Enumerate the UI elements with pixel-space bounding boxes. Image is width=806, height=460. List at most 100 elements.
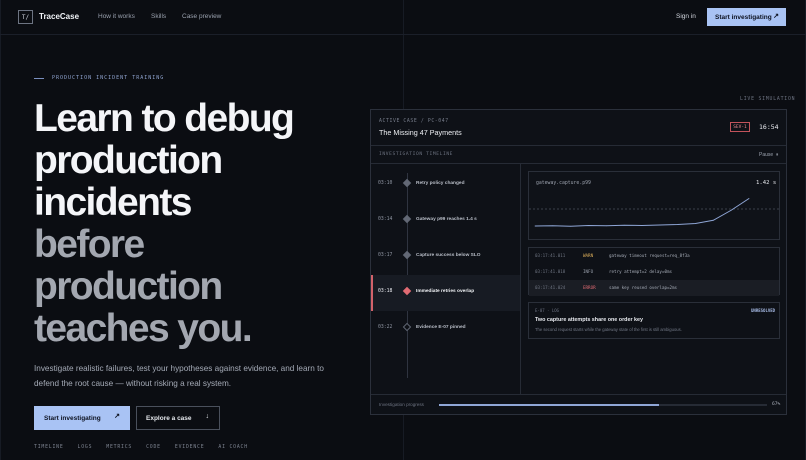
data-point — [695, 223, 696, 224]
log-row[interactable]: 03:17:41.018 INFO retry attempt=2 delay=… — [529, 264, 779, 280]
panel-divider — [371, 394, 786, 395]
nav-start-investigating-button[interactable]: Start investigating ↗ — [707, 8, 786, 26]
simulation-panel: ACTIVE CASE / PC-047 The Missing 47 Paym… — [370, 109, 787, 415]
headline-line: incidents — [34, 181, 192, 224]
tag-metrics: METRICS — [106, 445, 133, 450]
data-point — [641, 225, 643, 226]
log-message: gateway timeout request=req_8f3a — [609, 253, 690, 258]
pause-icon[interactable]: ⏸ — [776, 152, 779, 158]
headline-line: production — [34, 139, 223, 182]
event-marker-icon — [402, 178, 412, 188]
data-point — [534, 225, 536, 227]
case-clock: 16:54 — [759, 123, 779, 131]
progress-label: Investigation progress — [379, 402, 424, 407]
metric-name: gateway.capture.p99 — [536, 181, 591, 186]
tag-timeline: TIMELINE — [34, 445, 64, 450]
sign-in-link[interactable]: Sign in — [676, 13, 696, 20]
live-simulation-label: LIVE SIMULATION — [740, 97, 796, 102]
tag-code: CODE — [146, 445, 161, 450]
timeline-event[interactable]: 03:14 Gateway p99 reaches 1.4 s — [371, 203, 520, 239]
event-label: Immediate retries overlap — [416, 289, 475, 294]
event-label: Evidence E-07 pinned — [416, 325, 466, 330]
evidence-card[interactable]: E-07 · LOG UNRESOLVED Two capture attemp… — [528, 302, 780, 339]
log-message: same key reused overlap=2ms — [609, 285, 678, 290]
case-title: The Missing 47 Payments — [379, 128, 462, 137]
nav-cta-label: Start investigating — [715, 13, 772, 21]
log-level: INFO — [583, 269, 594, 274]
event-time: 03:14 — [378, 217, 393, 222]
log-row[interactable]: 03:17:41.011 WARN gateway timeout reques… — [529, 248, 779, 264]
arrow-up-right-icon: ↗ — [773, 13, 779, 20]
eyebrow-label: PRODUCTION INCIDENT TRAINING — [52, 75, 165, 81]
timeline-event[interactable]: 03:10 Retry policy changed — [371, 167, 520, 203]
event-marker-icon — [402, 214, 412, 224]
tag-evidence: EVIDENCE — [174, 445, 205, 450]
headline-line: teaches you. — [34, 307, 253, 350]
log-level: WARN — [583, 253, 594, 258]
hero-headline: Learn to debug production incidents befo… — [34, 98, 354, 350]
event-label: Gateway p99 reaches 1.4 s — [416, 217, 477, 222]
panel-divider — [371, 163, 786, 164]
arrow-down-icon: ↓ — [205, 413, 210, 420]
nav-link-skills[interactable]: Skills — [151, 13, 166, 20]
headline-line: production — [34, 265, 223, 308]
severity-badge: SEV-1 — [730, 122, 750, 132]
start-investigating-button[interactable]: Start investigating ↗ — [34, 406, 130, 430]
explore-case-button[interactable]: Explore a case ↓ — [136, 406, 220, 430]
logo-icon[interactable]: T/ — [18, 10, 33, 24]
timeline-event-active[interactable]: 03:18 Immediate retries overlap — [371, 275, 520, 311]
data-point — [730, 209, 732, 211]
start-investigating-label: Start investigating — [44, 414, 101, 422]
progress-percent: 67% — [772, 402, 781, 407]
log-stream: 03:17:41.011 WARN gateway timeout reques… — [528, 247, 780, 296]
event-label: Retry policy changed — [416, 181, 465, 186]
headline-line: before — [34, 223, 145, 266]
timeline-event[interactable]: 03:22 Evidence E-07 pinned — [371, 311, 520, 347]
nav-link-case-preview[interactable]: Case preview — [182, 13, 221, 20]
explore-case-label: Explore a case — [146, 414, 192, 422]
arrow-up-right-icon: ↗ — [114, 413, 120, 420]
hero-subtitle: Investigate realistic failures, test you… — [34, 364, 324, 388]
data-point — [677, 224, 679, 225]
data-point — [748, 198, 750, 199]
log-time: 03:17:41.011 — [535, 253, 566, 258]
data-point — [623, 224, 625, 226]
eyebrow-dash — [34, 78, 44, 79]
event-time: 03:18 — [378, 289, 393, 294]
log-row-highlighted[interactable]: 03:17:41.024 ERROR same key reused overl… — [529, 280, 779, 296]
data-point — [712, 219, 714, 221]
timeline-event[interactable]: 03:17 Capture success below SLO — [371, 239, 520, 275]
timeline-heading: INVESTIGATION TIMELINE — [379, 152, 454, 157]
log-time: 03:17:41.018 — [535, 269, 566, 274]
evidence-description: The second request starts while the gate… — [535, 327, 682, 332]
data-point — [570, 225, 572, 227]
metric-chart: gateway.capture.p99 1.42 s — [528, 171, 780, 240]
nav-link-how-it-works[interactable]: How it works — [98, 13, 135, 20]
case-id: ACTIVE CASE / PC-047 — [379, 119, 449, 124]
data-point — [552, 225, 554, 227]
event-time: 03:10 — [378, 181, 393, 186]
event-time: 03:22 — [378, 325, 393, 330]
panel-divider — [371, 145, 786, 146]
event-marker-icon — [402, 322, 412, 332]
panel-split — [520, 163, 521, 394]
pause-button[interactable]: Pause — [759, 152, 773, 158]
data-point — [588, 225, 589, 226]
brand-name[interactable]: TraceCase — [39, 12, 79, 21]
tag-ai-coach: AI COACH — [218, 445, 248, 450]
log-message: retry attempt=2 delay=0ms — [609, 269, 673, 274]
nav-divider — [0, 34, 806, 35]
log-time: 03:17:41.024 — [535, 285, 566, 290]
series-line — [534, 198, 750, 227]
feature-tags: TIMELINE LOGS METRICS CODE EVIDENCE AI C… — [34, 445, 248, 450]
log-level: ERROR — [583, 285, 596, 290]
progress-fill — [439, 404, 659, 406]
progress-bar — [439, 404, 767, 406]
data-point — [659, 224, 661, 226]
evidence-status: UNRESOLVED — [751, 308, 776, 313]
grid-line-left — [0, 0, 1, 460]
headline-line: Learn to debug — [34, 97, 295, 140]
tag-logs: LOGS — [77, 445, 93, 450]
evidence-meta: E-07 · LOG — [535, 308, 560, 313]
event-marker-icon — [402, 250, 412, 260]
